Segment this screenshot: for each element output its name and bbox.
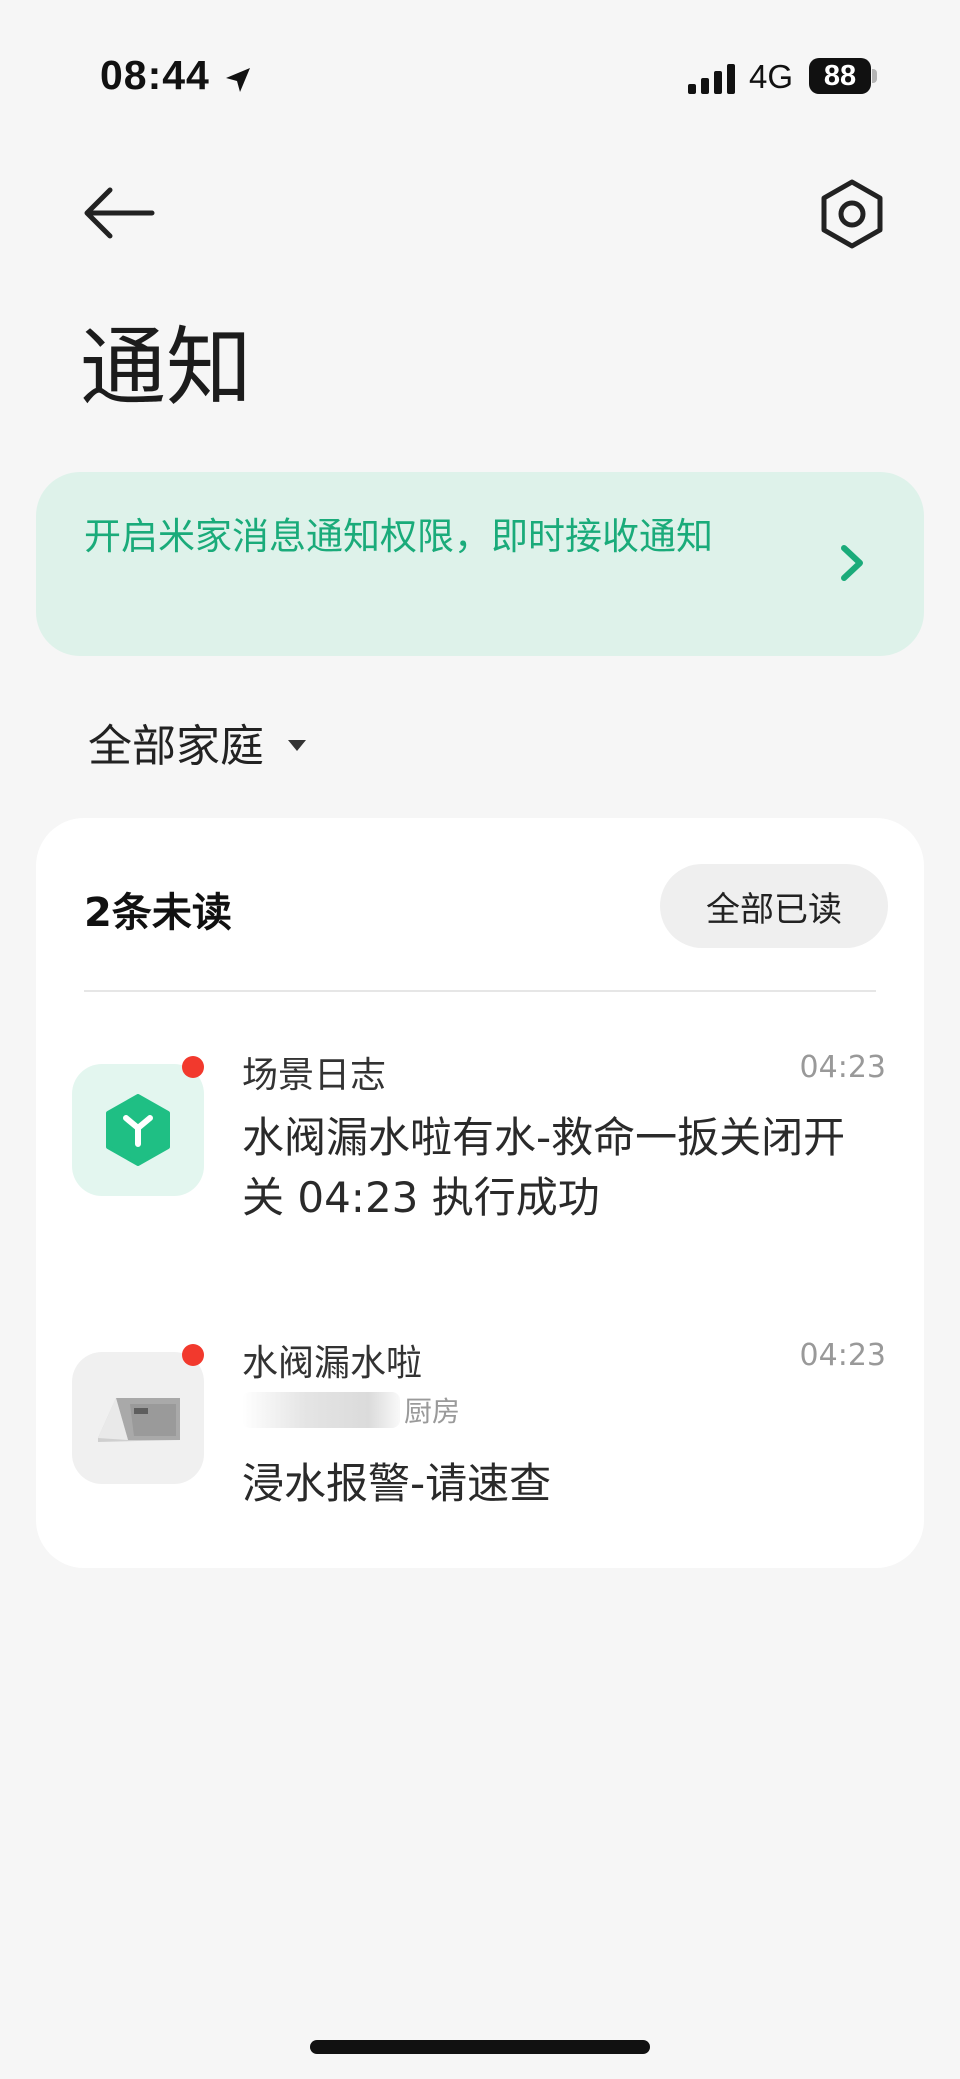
notification-item-water-leak[interactable]: 水阀漏水啦 04:23 厨房 浸水报警-请速查 — [36, 1334, 924, 1534]
scene-cube-icon — [106, 1094, 170, 1166]
notification-time: 04:23 — [799, 1338, 886, 1373]
device-location-row: 厨房 — [242, 1388, 460, 1432]
device-room: 厨房 — [404, 1395, 461, 1428]
battery-indicator: 88 — [809, 58, 871, 94]
notification-body: 浸水报警-请速查 — [242, 1459, 552, 1508]
caret-down-icon — [288, 740, 306, 751]
home-filter-dropdown[interactable]: 全部家庭 — [88, 712, 308, 772]
battery-level: 88 — [823, 59, 857, 92]
home-filter-label: 全部家庭 — [88, 721, 264, 772]
unread-count: 2条未读 — [84, 890, 232, 936]
home-indicator[interactable] — [310, 2040, 650, 2054]
settings-gear-icon[interactable] — [816, 178, 888, 250]
notification-time: 04:23 — [799, 1050, 886, 1085]
scene-log-icon-box — [72, 1064, 204, 1196]
unread-dot — [182, 1056, 204, 1078]
divider — [84, 990, 876, 992]
network-type: 4G — [749, 58, 794, 95]
notification-title: 水阀漏水啦 — [242, 1343, 423, 1384]
cellular-signal-icon — [688, 64, 735, 94]
unread-dot — [182, 1344, 204, 1366]
notification-card: 2条未读 全部已读 场景日志 04:23 水阀漏水啦有水-救命一扳关闭开关 04… — [36, 818, 924, 1568]
blurred-home-name — [242, 1392, 400, 1428]
mark-all-read-button[interactable]: 全部已读 — [660, 864, 888, 948]
water-sensor-device-icon — [98, 1398, 180, 1442]
battery-tip-icon — [872, 69, 877, 83]
page-title: 通知 — [80, 318, 252, 418]
status-time: 08:44 — [100, 52, 210, 98]
notification-permission-banner[interactable]: 开启米家消息通知权限，即时接收通知 — [36, 472, 924, 656]
water-sensor-icon-box — [72, 1352, 204, 1484]
notification-title: 场景日志 — [242, 1055, 387, 1096]
location-arrow-icon — [226, 68, 250, 92]
banner-text: 开启米家消息通知权限，即时接收通知 — [84, 515, 713, 558]
back-arrow-icon[interactable] — [78, 178, 158, 248]
chevron-right-icon — [841, 545, 863, 581]
notification-item-scene-log[interactable]: 场景日志 04:23 水阀漏水啦有水-救命一扳关闭开关 04:23 执行成功 — [36, 1046, 924, 1266]
notification-body: 水阀漏水啦有水-救命一扳关闭开关 04:23 执行成功 — [242, 1113, 846, 1222]
